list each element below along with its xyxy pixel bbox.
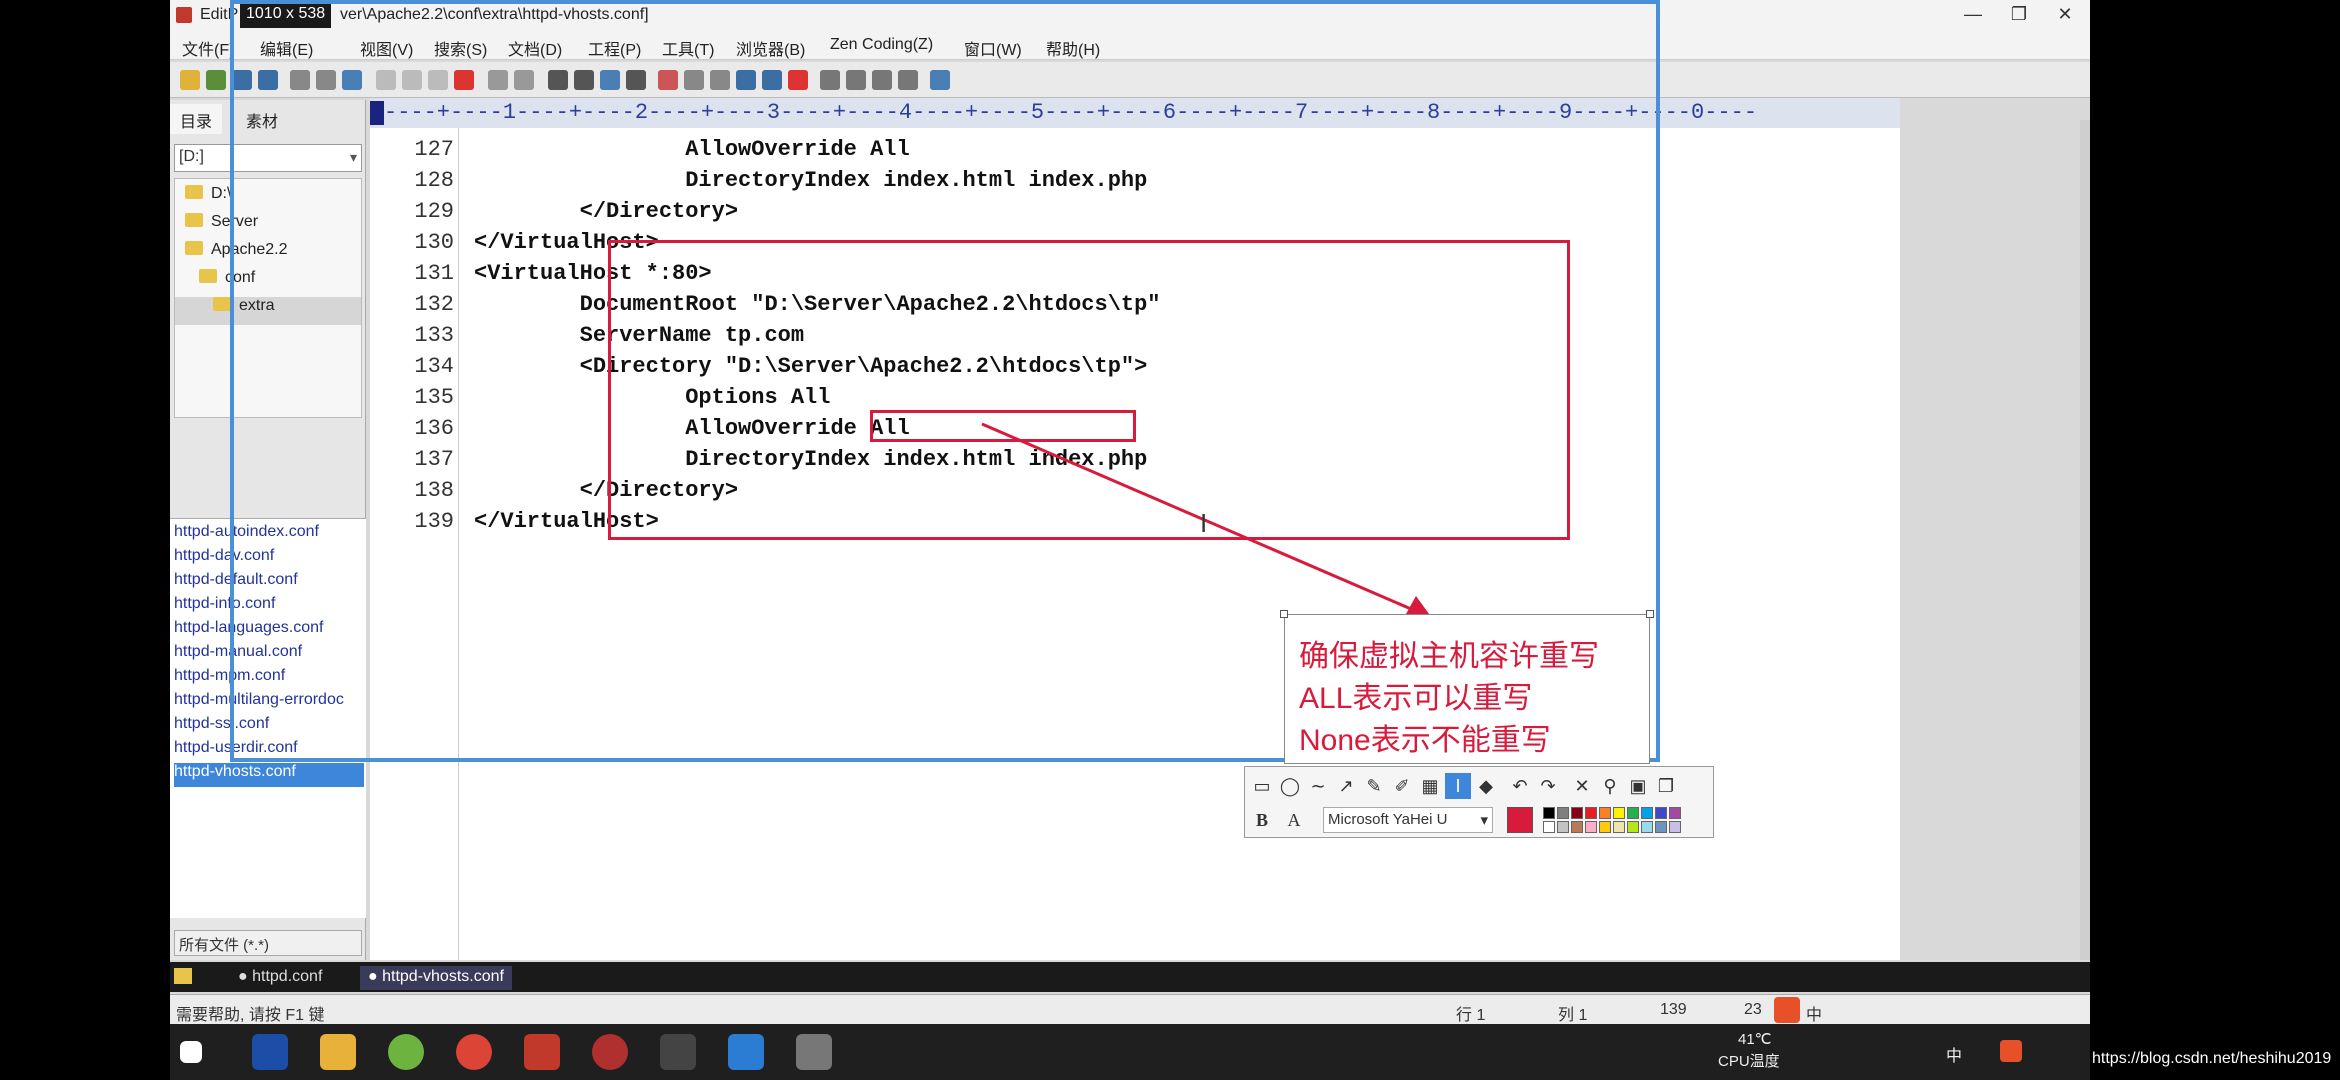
status-bar: 需要帮助, 请按 F1 键 行 1 列 1 139 23 中 — [170, 994, 2090, 1024]
app-icon[interactable] — [388, 1034, 424, 1070]
status-help: 需要帮助, 请按 F1 键 — [176, 1007, 325, 1024]
note-line-2: ALL表示可以重写 — [1299, 682, 1533, 715]
annotation-arrow — [981, 422, 1432, 618]
editplus-icon[interactable] — [524, 1034, 560, 1070]
status-chars: 23 — [1744, 1001, 1762, 1018]
folder-icon — [174, 968, 192, 984]
resize-handle[interactable] — [1280, 610, 1288, 618]
windows-start-icon[interactable] — [180, 1041, 202, 1063]
current-color-swatch[interactable] — [1507, 807, 1533, 833]
curve-tool-icon[interactable]: ∼ — [1305, 773, 1331, 799]
eraser-tool-icon[interactable]: ◆ — [1473, 773, 1499, 799]
color-swatch[interactable] — [1669, 821, 1681, 833]
color-swatch[interactable] — [1627, 807, 1639, 819]
color-swatch[interactable] — [1627, 821, 1639, 833]
app-icon[interactable] — [660, 1034, 696, 1070]
taskbar-ime[interactable]: 中 — [1946, 1042, 1962, 1066]
cpu-temp: 41℃ — [1738, 1031, 1772, 1048]
app-icon[interactable] — [592, 1034, 628, 1070]
sogou-ime-icon[interactable] — [1774, 997, 1800, 1023]
copy-icon[interactable]: ❐ — [1653, 773, 1679, 799]
color-swatch[interactable] — [1585, 821, 1597, 833]
rectangle-tool-icon[interactable]: ▭ — [1249, 773, 1275, 799]
redo-icon[interactable]: ↷ — [1535, 773, 1561, 799]
color-swatch[interactable] — [1599, 807, 1611, 819]
app-icon[interactable] — [796, 1034, 832, 1070]
cancel-icon[interactable]: ✕ — [1569, 773, 1595, 799]
color-swatch[interactable] — [1557, 807, 1569, 819]
note-line-1: 确保虚拟主机容许重写 — [1299, 640, 1599, 673]
chrome-icon[interactable] — [456, 1034, 492, 1070]
marker-tool-icon[interactable]: ✐ — [1389, 773, 1415, 799]
annotation-toolbar: ▭ ◯ ∼ ↗ ✎ ✐ ▦ I ◆ ↶ ↷ ✕ ⚲ ▣ ❐ B A Micros… — [1244, 766, 1714, 838]
tab-httpd-conf[interactable]: ● httpd.conf — [230, 966, 330, 990]
vertical-scrollbar[interactable] — [2080, 120, 2090, 960]
color-swatch[interactable] — [1641, 807, 1653, 819]
status-line: 行 1 — [1456, 1007, 1486, 1024]
color-swatch[interactable] — [1571, 821, 1583, 833]
text-cursor-icon: I — [1200, 508, 1208, 538]
bold-button[interactable]: B — [1249, 807, 1275, 833]
file-explorer-icon[interactable] — [320, 1034, 356, 1070]
undo-icon[interactable]: ↶ — [1507, 773, 1533, 799]
tab-httpd-vhosts-conf[interactable]: ● httpd-vhosts.conf — [360, 966, 512, 990]
note-line-3: None表示不能重写 — [1299, 724, 1551, 757]
ellipse-tool-icon[interactable]: ◯ — [1277, 773, 1303, 799]
font-select[interactable]: Microsoft YaHei U ▾ — [1323, 807, 1493, 833]
color-swatch[interactable] — [1655, 821, 1667, 833]
text-tool-icon[interactable]: I — [1445, 773, 1471, 799]
chevron-down-icon: ▾ — [1480, 812, 1488, 829]
color-swatch[interactable] — [1599, 821, 1611, 833]
tab-marker: ● — [238, 968, 253, 985]
status-column: 列 1 — [1558, 1007, 1588, 1024]
document-tabs: ● httpd.conf ● httpd-vhosts.conf — [170, 962, 2090, 992]
text-style-button[interactable]: A — [1281, 807, 1307, 833]
color-swatch[interactable] — [1669, 807, 1681, 819]
word-icon[interactable] — [728, 1034, 764, 1070]
color-palette — [1543, 807, 1703, 835]
taskbar: 41℃ CPU温度 中 — [170, 1024, 2090, 1080]
color-swatch[interactable] — [1585, 807, 1597, 819]
color-swatch[interactable] — [1543, 821, 1555, 833]
color-swatch[interactable] — [1571, 807, 1583, 819]
mosaic-tool-icon[interactable]: ▦ — [1417, 773, 1443, 799]
tab-marker: ● — [368, 968, 383, 985]
screen: EditP 1010 x 538 ver\Apache2.2\conf\extr… — [170, 0, 2090, 1080]
arrow-tool-icon[interactable]: ↗ — [1333, 773, 1359, 799]
color-swatch[interactable] — [1557, 821, 1569, 833]
app-icon[interactable] — [252, 1034, 288, 1070]
cpu-temp-label: CPU温度 — [1718, 1053, 1780, 1070]
status-total-lines: 139 — [1660, 1001, 1687, 1018]
color-swatch[interactable] — [1543, 807, 1555, 819]
color-swatch[interactable] — [1655, 807, 1667, 819]
annotation-note[interactable]: 确保虚拟主机容许重写 ALL表示可以重写 None表示不能重写 — [1284, 614, 1650, 764]
sogou-tray-icon[interactable] — [2000, 1040, 2022, 1062]
color-swatch[interactable] — [1613, 821, 1625, 833]
save-icon[interactable]: ▣ — [1625, 773, 1651, 799]
pin-icon[interactable]: ⚲ — [1597, 773, 1623, 799]
resize-handle[interactable] — [1646, 610, 1654, 618]
color-swatch[interactable] — [1641, 821, 1653, 833]
ime-mode[interactable]: 中 — [1806, 1001, 1822, 1025]
pen-tool-icon[interactable]: ✎ — [1361, 773, 1387, 799]
color-swatch[interactable] — [1613, 807, 1625, 819]
watermark: https://blog.csdn.net/heshihu2019 — [2092, 1050, 2332, 1067]
